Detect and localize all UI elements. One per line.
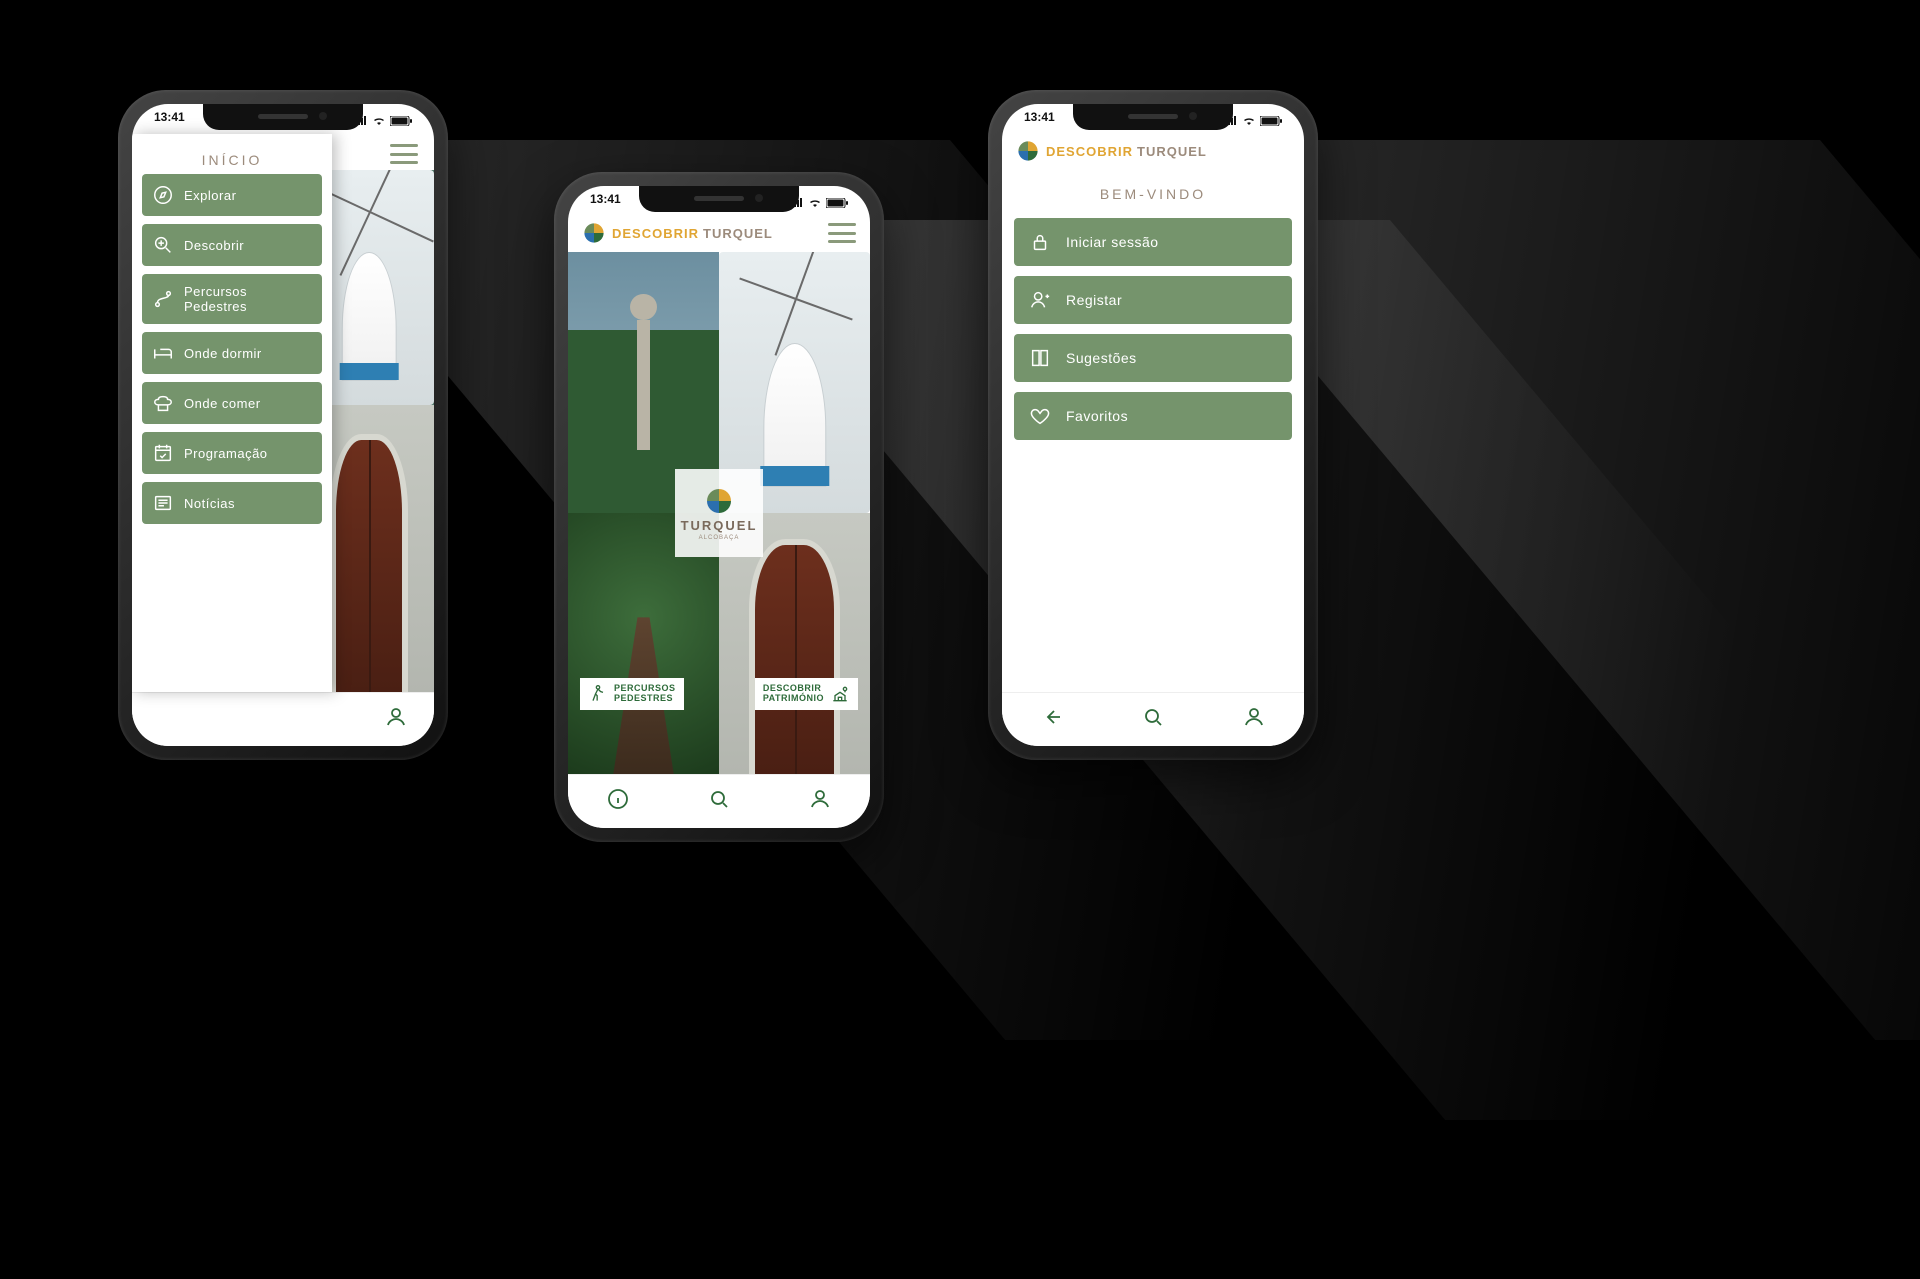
profile-icon	[808, 787, 832, 811]
wifi-icon	[1242, 116, 1256, 126]
search-icon	[707, 787, 731, 811]
menu-item-register[interactable]: Registar	[1014, 276, 1292, 324]
photo-grid: TURQUEL ALCOBAÇA PERCURSOS PEDESTRES DES…	[568, 252, 870, 774]
badge-turquel: TURQUEL	[681, 518, 758, 533]
lock-icon	[1028, 230, 1052, 254]
wifi-icon	[808, 198, 822, 208]
menu-label: Sugestões	[1066, 350, 1137, 366]
route-icon	[152, 288, 174, 310]
chef-hat-icon	[152, 392, 174, 414]
bottom-nav	[132, 692, 434, 746]
turquel-badge-logo-icon	[704, 486, 734, 516]
status-time: 13:41	[590, 192, 621, 214]
menu-item-onde-comer[interactable]: Onde comer	[142, 382, 322, 424]
profile-icon	[384, 705, 408, 729]
back-arrow-icon	[1040, 705, 1064, 729]
phone-mockup-center: 13:41 DESCOBRIR TURQUEL	[554, 172, 884, 842]
bottom-nav	[568, 774, 870, 828]
newspaper-icon	[152, 492, 174, 514]
welcome-title: BEM-VINDO	[1002, 186, 1304, 202]
hamburger-icon[interactable]	[828, 223, 856, 243]
menu-label: Programação	[184, 446, 268, 461]
heart-icon	[1028, 404, 1052, 428]
device-notch	[203, 104, 363, 130]
status-time: 13:41	[154, 110, 185, 132]
turquel-badge: TURQUEL ALCOBAÇA	[675, 469, 763, 557]
menu-item-suggestions[interactable]: Sugestões	[1014, 334, 1292, 382]
menu-item-descobrir[interactable]: Descobrir	[142, 224, 322, 266]
menu-item-favorites[interactable]: Favoritos	[1014, 392, 1292, 440]
profile-icon	[1242, 705, 1266, 729]
menu-item-onde-dormir[interactable]: Onde dormir	[142, 332, 322, 374]
side-drawer: INÍCIO Explorar Descobrir Percursos Pede…	[132, 134, 332, 692]
menu-item-login[interactable]: Iniciar sessão	[1014, 218, 1292, 266]
menu-label: Favoritos	[1066, 408, 1128, 424]
nav-profile[interactable]	[1242, 705, 1266, 734]
menu-label: Iniciar sessão	[1066, 234, 1159, 250]
badge-alcobaca: ALCOBAÇA	[699, 535, 740, 541]
brand-logo-icon	[1016, 139, 1040, 163]
hiker-icon	[588, 684, 608, 704]
menu-item-programacao[interactable]: Programação	[142, 432, 322, 474]
compass-icon	[152, 184, 174, 206]
chip-line2: PATRIMÓNIO	[763, 693, 824, 703]
menu-label: Onde dormir	[184, 346, 262, 361]
menu-item-percursos[interactable]: Percursos Pedestres	[142, 274, 322, 324]
brand-word-turquel: TURQUEL	[703, 226, 773, 241]
device-notch	[1073, 104, 1233, 130]
menu-label: Explorar	[184, 188, 236, 203]
menu-label: Descobrir	[184, 238, 244, 253]
wifi-icon	[372, 116, 386, 126]
heritage-icon	[830, 684, 850, 704]
chip-line1: PERCURSOS	[614, 683, 676, 693]
phone-mockup-right: 13:41 DESCOBRIR TURQUEL	[988, 90, 1318, 760]
bed-icon	[152, 342, 174, 364]
brand-word-descobrir: DESCOBRIR	[1046, 144, 1133, 159]
phone-mockup-left: 13:41	[118, 90, 448, 760]
battery-icon	[1260, 116, 1282, 126]
calendar-check-icon	[152, 442, 174, 464]
chip-descobrir-patrimonio[interactable]: DESCOBRIR PATRIMÓNIO	[755, 678, 858, 710]
search-plus-icon	[152, 234, 174, 256]
status-time: 13:41	[1024, 110, 1055, 132]
search-icon	[1141, 705, 1165, 729]
menu-label: Percursos Pedestres	[184, 284, 312, 314]
device-notch	[639, 186, 799, 212]
chip-line1: DESCOBRIR	[763, 683, 822, 693]
nav-search[interactable]	[707, 787, 731, 816]
menu-item-noticias[interactable]: Notícias	[142, 482, 322, 524]
battery-icon	[826, 198, 848, 208]
brand-word-turquel: TURQUEL	[1137, 144, 1207, 159]
nav-search[interactable]	[1141, 705, 1165, 734]
nav-profile[interactable]	[384, 705, 408, 734]
chip-percursos-pedestres[interactable]: PERCURSOS PEDESTRES	[580, 678, 684, 710]
hamburger-icon[interactable]	[390, 144, 418, 164]
drawer-title: INÍCIO	[132, 152, 332, 168]
nav-profile[interactable]	[808, 787, 832, 816]
battery-icon	[390, 116, 412, 126]
nav-back[interactable]	[1040, 705, 1064, 734]
menu-label: Notícias	[184, 496, 235, 511]
book-icon	[1028, 346, 1052, 370]
brand-word-descobrir: DESCOBRIR	[612, 226, 699, 241]
info-icon	[606, 787, 630, 811]
user-plus-icon	[1028, 288, 1052, 312]
menu-item-explorar[interactable]: Explorar	[142, 174, 322, 216]
nav-info[interactable]	[606, 787, 630, 816]
chip-line2: PEDESTRES	[614, 693, 673, 703]
menu-label: Registar	[1066, 292, 1122, 308]
brand-logo-icon	[582, 221, 606, 245]
bottom-nav	[1002, 692, 1304, 746]
menu-label: Onde comer	[184, 396, 261, 411]
